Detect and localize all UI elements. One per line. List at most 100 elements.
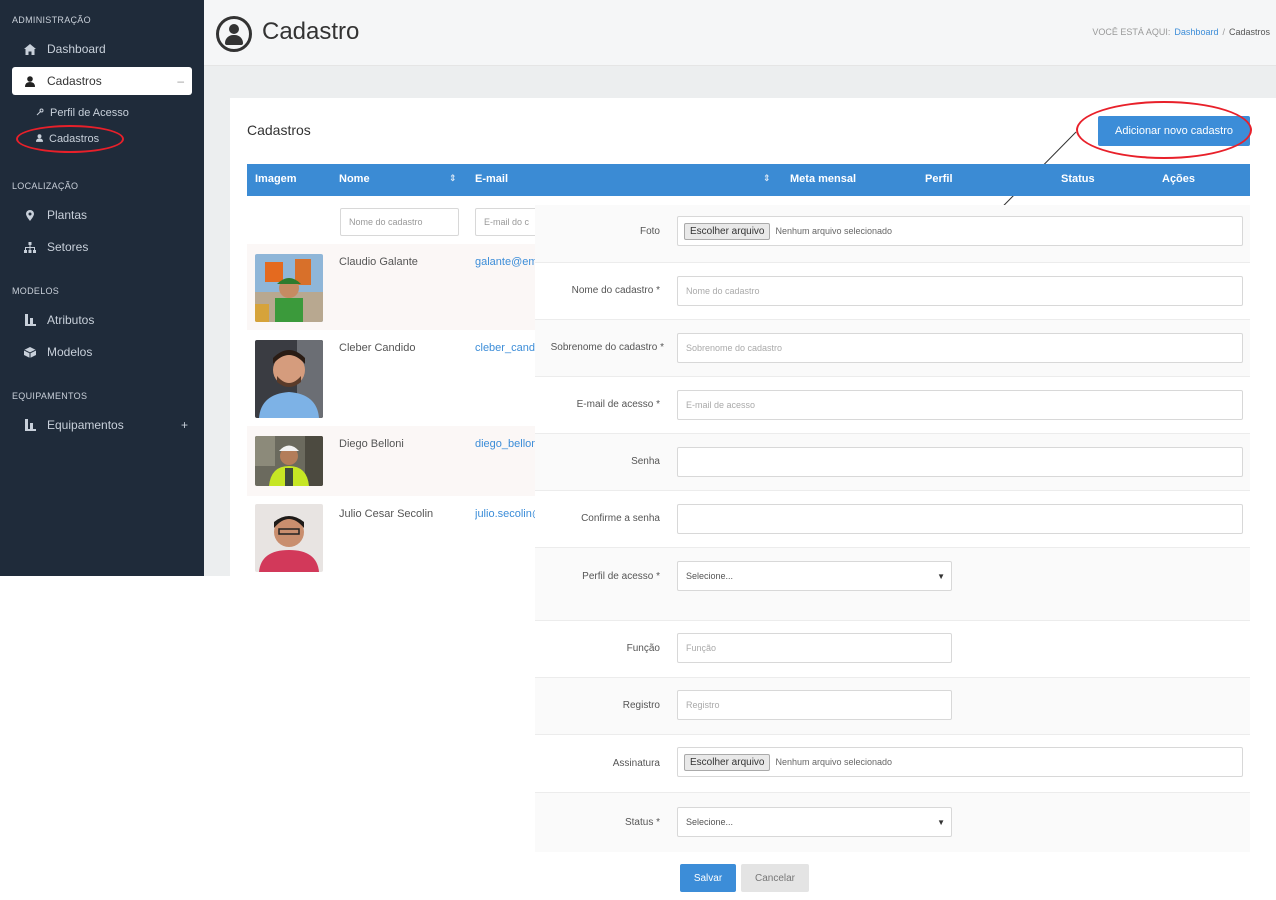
nome-label: Nome do cadastro *	[571, 285, 660, 296]
senha-input[interactable]	[677, 447, 1243, 477]
cube-icon	[22, 346, 38, 358]
sidebar-item-modelos[interactable]: Modelos	[22, 341, 92, 363]
sidebar-section-title: LOCALIZAÇÃO	[12, 181, 79, 191]
breadcrumb-current: Cadastros	[1228, 27, 1270, 37]
breadcrumb: VOCÊ ESTÁ AQUI: Dashboard / Cadastros	[1092, 27, 1270, 37]
senha-label: Senha	[631, 456, 660, 467]
column-header-perfil[interactable]: Perfil	[925, 173, 953, 185]
column-header-email[interactable]: E-mail	[475, 173, 508, 185]
choose-file-button[interactable]: Escolher arquivo	[684, 753, 771, 771]
form-row-perfil: Perfil de acesso * Selecione... ▼	[535, 547, 1250, 620]
column-header-nome[interactable]: Nome	[339, 173, 370, 185]
status-label: Status *	[624, 817, 660, 828]
avatar	[255, 254, 323, 322]
form-row-nome: Nome do cadastro * Nome do cadastro	[535, 262, 1250, 319]
sidebar-item-label: Plantas	[47, 208, 88, 222]
sidebar-item-label: Cadastros	[47, 74, 102, 88]
form-row-registro: Registro Registro	[535, 677, 1250, 734]
map-marker-icon	[22, 209, 38, 221]
registro-label: Registro	[622, 700, 660, 711]
form-row-assinatura: Assinatura Escolher arquivo Nenhum arqui…	[535, 734, 1250, 792]
form-row-sobrenome: Sobrenome do cadastro * Sobrenome do cad…	[535, 319, 1250, 376]
email-input[interactable]: E-mail de acesso	[677, 390, 1243, 420]
row-name: Claudio Galante	[339, 256, 418, 268]
sitemap-icon	[22, 241, 38, 253]
confirme-senha-input[interactable]	[677, 504, 1243, 534]
sidebar-section-title: MODELOS	[12, 286, 60, 296]
sidebar-item-label: Atributos	[47, 313, 95, 327]
form-row-email: E-mail de acesso * E-mail de acesso	[535, 376, 1250, 433]
email-label: E-mail de acesso *	[576, 399, 660, 410]
save-button[interactable]: Salvar	[680, 864, 736, 892]
sidebar-item-atributos[interactable]: Atributos	[22, 309, 94, 331]
form-row-foto: Foto Escolher arquivo Nenhum arquivo sel…	[535, 205, 1250, 262]
row-email-link[interactable]: cleber_candido@empresa.com	[475, 342, 535, 354]
sidebar-subitem-label: Perfil de Acesso	[50, 107, 129, 119]
row-name: Cleber Candido	[339, 342, 416, 354]
collapse-icon[interactable]: –	[177, 74, 184, 88]
registro-input[interactable]: Registro	[677, 690, 952, 720]
perfil-selected-value: Selecione...	[686, 571, 734, 581]
sidebar-item-label: Equipamentos	[47, 418, 124, 432]
row-email-link[interactable]: julio.secolin@empresa.com	[475, 508, 535, 520]
sidebar-subitem-perfil-acesso[interactable]: Perfil de Acesso	[36, 107, 129, 119]
annotation-highlight-oval	[16, 125, 124, 153]
attributes-icon	[22, 314, 38, 326]
sidebar-item-label: Modelos	[47, 345, 93, 359]
file-status: Nenhum arquivo selecionado	[775, 757, 893, 767]
home-icon	[22, 43, 38, 55]
column-header-status[interactable]: Status	[1061, 173, 1095, 185]
breadcrumb-link-dashboard[interactable]: Dashboard	[1174, 27, 1218, 37]
row-name: Julio Cesar Secolin	[339, 508, 434, 520]
sort-icon[interactable]: ⇕	[763, 173, 771, 184]
choose-file-button[interactable]: Escolher arquivo	[684, 222, 771, 240]
form-row-status: Status * Selecione... ▼	[535, 792, 1250, 852]
assinatura-file-input[interactable]: Escolher arquivo Nenhum arquivo selecion…	[677, 747, 1243, 777]
sobrenome-label: Sobrenome do cadastro *	[550, 342, 664, 353]
name-filter-input[interactable]: Nome do cadastro	[340, 208, 459, 236]
table-row[interactable]: Julio Cesar Secolin julio.secolin@empres…	[247, 496, 537, 576]
sidebar-item-plantas[interactable]: Plantas	[22, 204, 87, 226]
table-row[interactable]: Cleber Candido cleber_candido@empresa.co…	[247, 330, 537, 426]
sobrenome-input[interactable]: Sobrenome do cadastro	[677, 333, 1243, 363]
sidebar-section-title: ADMINISTRAÇÃO	[12, 15, 91, 25]
nome-input[interactable]: Nome do cadastro	[677, 276, 1243, 306]
user-circle-icon	[216, 16, 252, 52]
breadcrumb-separator: /	[1222, 27, 1225, 37]
sidebar: ADMINISTRAÇÃO Dashboard Cadastros – Perf…	[0, 0, 204, 576]
cancel-button[interactable]: Cancelar	[741, 864, 809, 892]
row-email-link[interactable]: diego_belloni@empresa.com	[475, 438, 535, 450]
expand-icon[interactable]: +	[181, 418, 188, 432]
form-row-senha: Senha	[535, 433, 1250, 490]
breadcrumb-prefix: VOCÊ ESTÁ AQUI:	[1092, 27, 1171, 37]
sort-icon[interactable]: ⇕	[449, 173, 457, 184]
panel-title: Cadastros	[247, 122, 311, 138]
assinatura-label: Assinatura	[612, 758, 660, 769]
confirme-senha-label: Confirme a senha	[581, 513, 660, 524]
sidebar-item-setores[interactable]: Setores	[22, 236, 88, 258]
sidebar-item-equipamentos[interactable]: Equipamentos +	[22, 414, 192, 436]
row-name: Diego Belloni	[339, 438, 404, 450]
status-selected-value: Selecione...	[686, 817, 734, 827]
avatar	[255, 504, 323, 572]
form-row-funcao: Função Função	[535, 620, 1250, 677]
sidebar-section-title: EQUIPAMENTOS	[12, 391, 88, 401]
table-row[interactable]: Claudio Galante galante@empresa.com	[247, 244, 537, 330]
row-email-link[interactable]: galante@empresa.com	[475, 256, 535, 268]
funcao-input[interactable]: Função	[677, 633, 952, 663]
status-select[interactable]: Selecione... ▼	[677, 807, 952, 837]
user-icon	[22, 75, 38, 87]
perfil-select[interactable]: Selecione... ▼	[677, 561, 952, 591]
column-header-meta-mensal[interactable]: Meta mensal	[790, 173, 856, 185]
sidebar-item-dashboard[interactable]: Dashboard	[22, 38, 106, 60]
foto-file-input[interactable]: Escolher arquivo Nenhum arquivo selecion…	[677, 216, 1243, 246]
form-row-confirme-senha: Confirme a senha	[535, 490, 1250, 547]
table-header: Imagem Nome ⇕ E-mail ⇕ Meta mensal Perfi…	[247, 164, 1250, 196]
sidebar-item-label: Setores	[47, 240, 89, 254]
avatar	[255, 340, 323, 418]
table-row[interactable]: Diego Belloni diego_belloni@empresa.com	[247, 426, 537, 496]
cadastro-form: Foto Escolher arquivo Nenhum arquivo sel…	[535, 205, 1250, 900]
page-title: Cadastro	[262, 18, 360, 45]
sidebar-item-cadastros[interactable]: Cadastros –	[12, 67, 192, 95]
funcao-label: Função	[626, 643, 660, 654]
